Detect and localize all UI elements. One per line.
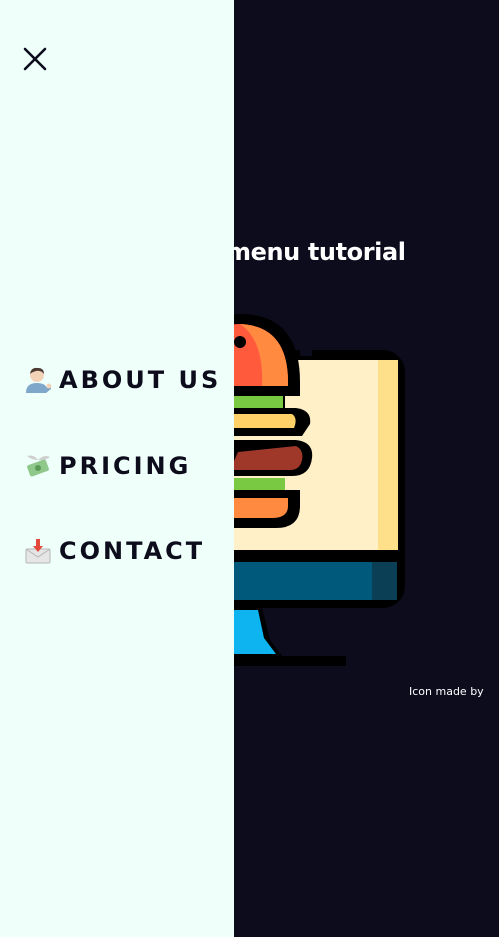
- page-title: menu tutorial: [226, 238, 406, 266]
- page: menu tutorial Icon made by ABOUT US PRIC…: [0, 0, 499, 937]
- nav-item-label: CONTACT: [59, 537, 206, 565]
- close-icon: [23, 47, 47, 71]
- close-button[interactable]: [22, 46, 48, 72]
- nav-item-label: ABOUT US: [59, 366, 222, 394]
- nav-item-label: PRICING: [59, 452, 192, 480]
- side-drawer-menu: ABOUT US PRICING CONTACT: [0, 0, 234, 937]
- icon-credit-text: Icon made by: [409, 685, 484, 698]
- nav-item-contact[interactable]: CONTACT: [24, 537, 205, 565]
- nav-item-pricing[interactable]: PRICING: [24, 452, 191, 480]
- envelope-with-arrow-icon: [24, 537, 52, 565]
- nav-item-about-us[interactable]: ABOUT US: [24, 366, 221, 394]
- money-with-wings-icon: [24, 452, 52, 480]
- person-tipping-hand-icon: [24, 366, 52, 394]
